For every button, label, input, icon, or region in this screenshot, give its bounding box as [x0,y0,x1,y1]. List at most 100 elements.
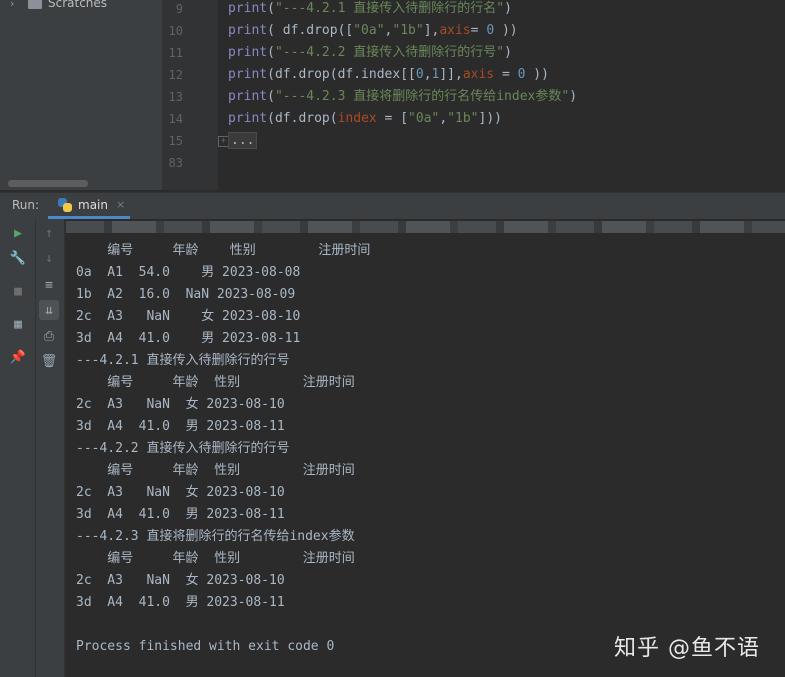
code-token: ) [569,89,578,104]
code-token: print [228,89,268,104]
python-icon [58,197,72,212]
code-token: (df.drop( [267,111,338,126]
tab-main[interactable]: main × [48,193,130,219]
console-line: 1b A2 16.0 NaN 2023-08-09 [76,287,296,302]
console-actions-toolbar: ↑ ↓ ≡ ⇊ ⎙ 🗑 [36,219,65,677]
run-label: Run: [12,198,40,212]
line-number: 83 [168,156,183,170]
redacted-path-line [66,221,785,233]
code-token: )) [494,23,518,38]
code-token: = [470,23,487,38]
line-number: 10 [168,24,183,38]
close-icon[interactable]: × [116,198,125,211]
console-line: 2c A3 NaN 女 2023-08-10 [76,309,301,324]
console-line: ---4.2.2 直接传入待删除行的行号 [76,441,290,456]
code-line: print(df.drop(df.index[[0,1]],axis = 0 )… [228,64,549,86]
console-line: 编号 年龄 性别 注册时间 [76,243,371,258]
code-token: ) [504,1,512,16]
code-token: , [439,111,448,126]
print-icon[interactable]: ⎙ [39,326,59,346]
code-token: "0a" [408,111,440,126]
trash-icon[interactable]: 🗑 [39,351,59,371]
console-line: 2c A3 NaN 女 2023-08-10 [76,573,285,588]
chevron-right-icon[interactable]: › [10,0,24,10]
code-token: )) [525,67,549,82]
horizontal-scrollbar[interactable] [8,180,88,187]
console-line: 编号 年龄 性别 注册时间 [76,463,355,478]
arrow-down-icon[interactable]: ↓ [39,248,59,268]
code-token: ( [267,89,275,104]
code-line: ... [228,130,258,152]
code-token: print [228,111,268,126]
soft-wrap-icon[interactable]: ≡ [39,275,59,295]
code-token: ( [267,45,275,60]
code-line: print("---4.2.2 直接传入待删除行的行号") [228,42,512,64]
pin-icon[interactable]: 📌 [8,347,28,367]
console-line: ---4.2.1 直接传入待删除行的行号 [76,353,290,368]
code-token: ], [423,23,440,38]
console-output[interactable]: 编号 年龄 性别 注册时间 0a A1 54.0 男 2023-08-08 1b A… [66,219,785,677]
console-line: 编号 年龄 性别 注册时间 [76,375,355,390]
watermark: 知乎 @鱼不语 [614,636,760,661]
folder-icon [28,0,42,9]
code-token: "---4.2.1 直接传入待删除行的行名" [274,1,505,16]
tab-label: main [78,197,108,212]
line-number: 12 [168,68,183,82]
code-token: index [337,111,377,126]
code-token: "---4.2.2 直接传入待删除行的行号" [274,45,505,60]
code-token: print [228,1,268,16]
project-pane: › Scratches [0,0,163,190]
wrench-icon[interactable]: 🔧 [8,248,28,268]
code-token: = [ [376,111,409,126]
arrow-up-icon[interactable]: ↑ [39,223,59,243]
console-line: 0a A1 54.0 男 2023-08-08 [76,265,301,280]
code-token: axis [462,67,495,82]
line-number: 13 [168,90,183,104]
code-token: ])) [478,111,502,126]
code-token: ( [267,1,275,16]
console-line: 3d A4 41.0 男 2023-08-11 [76,331,301,346]
line-number: 15 [168,134,183,148]
code-token: axis [439,23,471,38]
code-token: , [423,67,432,82]
console-line: 3d A4 41.0 男 2023-08-11 [76,595,285,610]
code-editor[interactable]: print("---4.2.1 直接传入待删除行的行名") print( df.d… [228,0,785,190]
console-line: Process finished with exit code 0 [76,639,335,654]
line-number: 14 [168,112,183,126]
scroll-to-end-icon[interactable]: ⇊ [39,300,59,320]
code-token: = [494,67,518,82]
editor-area: › Scratches 9 10 11 12 13 14 15 83 + print("---… [0,0,785,190]
code-line: print( df.drop(["0a","1b"],axis= 0 )) [228,20,518,42]
console-line: 编号 年龄 性别 注册时间 [76,551,355,566]
code-token: "1b" [392,23,424,38]
layout-icon[interactable]: ▦ [8,314,28,334]
code-token: print [228,67,268,82]
code-token: "1b" [447,111,479,126]
project-item-scratches[interactable]: › Scratches [10,0,107,12]
code-token: print [228,45,268,60]
code-token: 0 [486,23,495,38]
code-token: ]], [439,67,463,82]
code-line: print("---4.2.1 直接传入待删除行的行名") [228,0,512,20]
code-token: print [228,23,268,38]
console-line: 3d A4 41.0 男 2023-08-11 [76,419,285,434]
stop-icon[interactable]: ■ [8,281,28,301]
code-token[interactable]: ... [228,132,258,149]
console-line: 2c A3 NaN 女 2023-08-10 [76,485,285,500]
code-token: ( df.drop([ [267,23,354,38]
console-line: 2c A3 NaN 女 2023-08-10 [76,397,285,412]
code-line: print(df.drop(index = ["0a","1b"])) [228,108,502,130]
project-item-label: Scratches [48,0,108,10]
code-token: "0a" [353,23,385,38]
line-number: 11 [168,46,183,60]
run-toolbar: Run: main × [0,192,785,220]
run-actions-toolbar: ▶ 🔧 ■ ▦ 📌 [0,219,36,677]
code-token: 0 [415,67,424,82]
line-number: 9 [175,2,183,16]
code-line: print("---4.2.3 直接将删除行的行名传给index参数") [228,86,577,108]
code-token: ) [504,45,512,60]
line-number-gutter: 9 10 11 12 13 14 15 83 [163,0,218,190]
rerun-icon[interactable]: ▶ [8,223,28,243]
console-line: ---4.2.3 直接将删除行的行名传给index参数 [76,529,355,544]
code-token: "---4.2.3 直接将删除行的行名传给index参数" [274,89,570,104]
